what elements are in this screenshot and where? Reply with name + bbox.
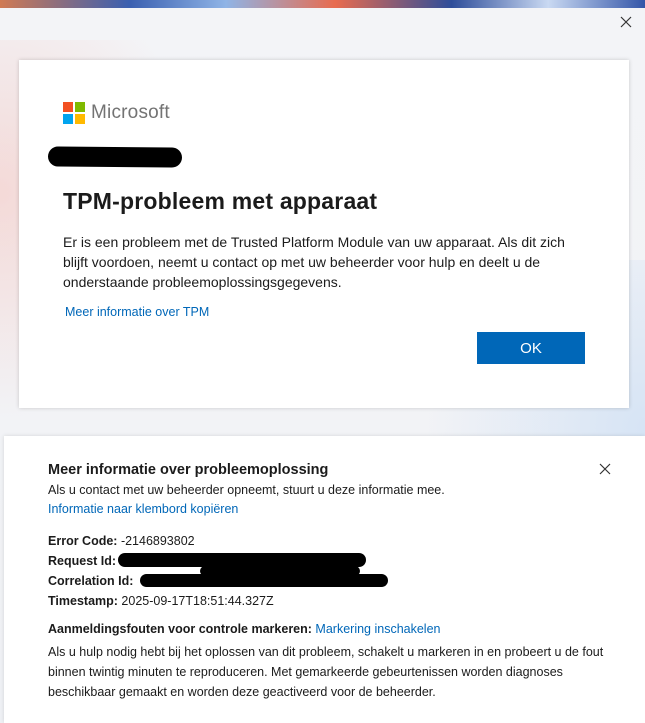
error-dialog-card: Microsoft TPM-probleem met apparaat Er i…: [19, 60, 629, 408]
flagging-row: Aanmeldingsfouten voor controle markeren…: [48, 622, 440, 636]
microsoft-logo: Microsoft: [63, 102, 170, 124]
copy-to-clipboard-link[interactable]: Informatie naar klembord kopiëren: [48, 502, 238, 516]
tpm-more-info-link[interactable]: Meer informatie over TPM: [65, 305, 209, 319]
desktop-wallpaper-strip: [0, 0, 645, 8]
dialog-title: TPM-probleem met apparaat: [63, 188, 378, 214]
timestamp-value: 2025-09-17T18:51:44.327Z: [121, 594, 274, 608]
window-close-button[interactable]: [616, 12, 636, 32]
microsoft-logo-icon: [63, 102, 85, 124]
redacted-account: [47, 146, 183, 168]
troubleshooting-title: Meer informatie over probleemoplossing: [48, 462, 329, 478]
error-code-value: -2146893802: [120, 534, 195, 548]
flagging-label: Aanmeldingsfouten voor controle markeren…: [48, 622, 312, 636]
close-icon: [620, 16, 632, 28]
request-id-row: Request Id:: [48, 554, 116, 568]
error-code-row: Error Code: -2146893802: [48, 534, 195, 548]
timestamp-label: Timestamp:: [48, 594, 118, 608]
correlation-id-label: Correlation Id:: [48, 574, 134, 588]
redacted-correlation-id-overlap: [200, 566, 360, 576]
redacted-request-id: [118, 553, 366, 567]
close-icon: [599, 463, 611, 475]
correlation-id-row: Correlation Id:: [48, 574, 133, 588]
dialog-message: Er is een probleem met de Trusted Platfo…: [63, 234, 565, 290]
brand-name: Microsoft: [91, 102, 170, 123]
panel-close-button[interactable]: [596, 460, 614, 478]
error-code-label: Error Code:: [48, 534, 118, 548]
timestamp-row: Timestamp: 2025-09-17T18:51:44.327Z: [48, 594, 274, 608]
enable-flagging-link[interactable]: Markering inschakelen: [315, 622, 440, 636]
ok-button[interactable]: OK: [477, 332, 585, 364]
request-id-label: Request Id:: [48, 554, 117, 568]
troubleshooting-subtitle: Als u contact met uw beheerder opneemt, …: [48, 483, 445, 497]
troubleshooting-panel: Meer informatie over probleemoplossing A…: [4, 436, 645, 723]
flagging-description: Als u hulp nodig hebt bij het oplossen v…: [48, 645, 604, 699]
